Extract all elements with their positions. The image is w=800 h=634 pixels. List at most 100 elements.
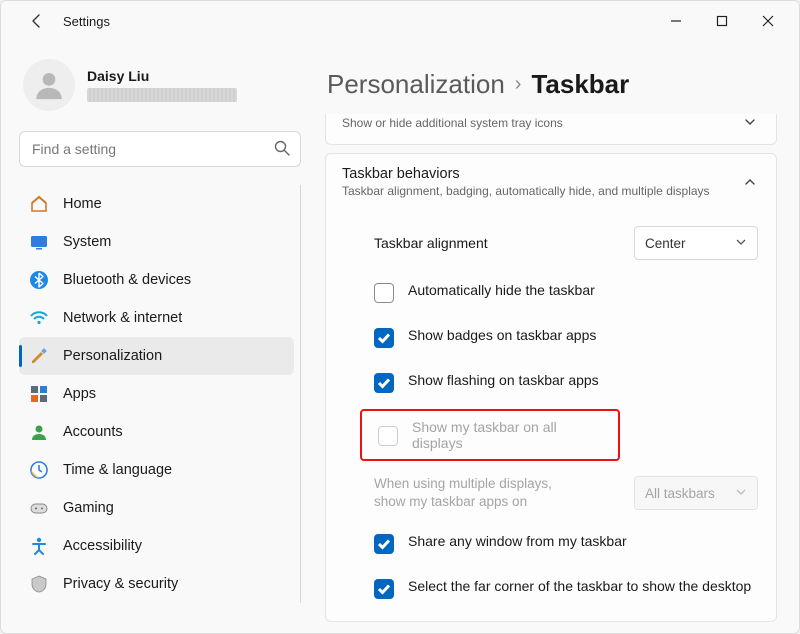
main: Personalization › Taskbar Show or hide a… (311, 41, 799, 633)
chevron-right-icon: › (515, 73, 522, 96)
all-displays-checkbox (378, 426, 398, 446)
other-tray-icons-panel[interactable]: Show or hide additional system tray icon… (325, 114, 777, 145)
window-title: Settings (63, 14, 110, 29)
clock-icon (29, 460, 49, 480)
chevron-down-icon (740, 114, 760, 132)
sidebar-item-gaming[interactable]: Gaming (19, 489, 294, 527)
sidebar-item-label: Network & internet (63, 310, 182, 326)
multi-label: When using multiple displays, show my ta… (374, 475, 564, 511)
multi-displays-row: When using multiple displays, show my ta… (374, 465, 758, 521)
sidebar-item-label: Time & language (63, 462, 172, 478)
share-label: Share any window from my taskbar (408, 533, 627, 549)
content: Daisy Liu Home System (1, 41, 799, 633)
all-displays-highlight: Show my taskbar on all displays (360, 409, 620, 461)
auto-hide-label: Automatically hide the taskbar (408, 282, 595, 298)
breadcrumb-current: Taskbar (531, 69, 629, 100)
personalization-icon (29, 346, 49, 366)
sidebar-item-label: Personalization (63, 348, 162, 364)
wifi-icon (29, 308, 49, 328)
close-button[interactable] (745, 5, 791, 37)
taskbar-alignment-row: Taskbar alignment Center (374, 216, 758, 270)
user-email-redacted (87, 88, 237, 102)
badges-label: Show badges on taskbar apps (408, 327, 596, 343)
sidebar-item-home[interactable]: Home (19, 185, 294, 223)
window-controls (653, 5, 791, 37)
sidebar-item-time[interactable]: Time & language (19, 451, 294, 489)
accessibility-icon (29, 536, 49, 556)
apps-icon (29, 384, 49, 404)
flashing-checkbox[interactable] (374, 373, 394, 393)
sidebar-item-accounts[interactable]: Accounts (19, 413, 294, 451)
nav: Home System Bluetooth & devices Network … (19, 185, 301, 603)
minimize-icon (670, 15, 682, 27)
alignment-label: Taskbar alignment (374, 235, 488, 251)
multi-select: All taskbars (634, 476, 758, 510)
sidebar-item-label: Apps (63, 386, 96, 402)
breadcrumb: Personalization › Taskbar (327, 69, 777, 100)
auto-hide-checkbox[interactable] (374, 283, 394, 303)
behaviors-header[interactable]: Taskbar behaviors Taskbar alignment, bad… (326, 154, 776, 210)
arrow-left-icon (29, 13, 45, 29)
search-box (19, 131, 301, 167)
sidebar-item-accessibility[interactable]: Accessibility (19, 527, 294, 565)
home-icon (29, 194, 49, 214)
alignment-select[interactable]: Center (634, 226, 758, 260)
breadcrumb-parent[interactable]: Personalization (327, 69, 505, 100)
bluetooth-icon (29, 270, 49, 290)
sidebar-item-label: Accounts (63, 424, 123, 440)
alignment-value: Center (645, 236, 686, 251)
sidebar-item-system[interactable]: System (19, 223, 294, 261)
sidebar-item-personalization[interactable]: Personalization (19, 337, 294, 375)
sidebar-item-apps[interactable]: Apps (19, 375, 294, 413)
accounts-icon (29, 422, 49, 442)
close-icon (762, 15, 774, 27)
sidebar: Daisy Liu Home System (1, 41, 311, 633)
maximize-button[interactable] (699, 5, 745, 37)
sidebar-item-network[interactable]: Network & internet (19, 299, 294, 337)
sidebar-item-label: System (63, 234, 111, 250)
maximize-icon (716, 15, 728, 27)
taskbar-behaviors-panel: Taskbar behaviors Taskbar alignment, bad… (325, 153, 777, 622)
far-corner-checkbox[interactable] (374, 579, 394, 599)
sidebar-item-privacy[interactable]: Privacy & security (19, 565, 294, 603)
panel-subtitle: Taskbar alignment, badging, automaticall… (342, 184, 710, 198)
auto-hide-row[interactable]: Automatically hide the taskbar (374, 270, 758, 315)
shield-icon (29, 574, 49, 594)
gaming-icon (29, 498, 49, 518)
search-input[interactable] (19, 131, 301, 167)
sidebar-item-label: Accessibility (63, 538, 142, 554)
avatar (23, 59, 75, 111)
far-corner-row[interactable]: Select the far corner of the taskbar to … (374, 566, 758, 611)
settings-scroll[interactable]: Show or hide additional system tray icon… (325, 114, 777, 633)
flashing-label: Show flashing on taskbar apps (408, 372, 599, 388)
chevron-up-icon (740, 172, 760, 192)
system-icon (29, 232, 49, 252)
chevron-down-icon (735, 486, 747, 501)
share-window-row[interactable]: Share any window from my taskbar (374, 521, 758, 566)
account-text: Daisy Liu (87, 68, 237, 102)
titlebar: Settings (1, 1, 799, 41)
sidebar-item-label: Privacy & security (63, 576, 178, 592)
all-displays-label: Show my taskbar on all displays (412, 419, 602, 451)
back-button[interactable] (23, 7, 51, 35)
sidebar-item-label: Bluetooth & devices (63, 272, 191, 288)
settings-window: Settings Daisy Liu (0, 0, 800, 634)
multi-value: All taskbars (645, 486, 715, 501)
user-name: Daisy Liu (87, 68, 237, 84)
minimize-button[interactable] (653, 5, 699, 37)
sidebar-item-label: Gaming (63, 500, 114, 516)
badges-checkbox[interactable] (374, 328, 394, 348)
panel-title: Taskbar behaviors (342, 166, 710, 182)
account-header[interactable]: Daisy Liu (19, 41, 301, 127)
sidebar-item-bluetooth[interactable]: Bluetooth & devices (19, 261, 294, 299)
badges-row[interactable]: Show badges on taskbar apps (374, 315, 758, 360)
share-checkbox[interactable] (374, 534, 394, 554)
flashing-row[interactable]: Show flashing on taskbar apps (374, 360, 758, 405)
person-icon (32, 68, 66, 102)
sidebar-item-label: Home (63, 196, 102, 212)
search-icon (273, 139, 291, 160)
far-corner-label: Select the far corner of the taskbar to … (408, 578, 751, 594)
panel-subtitle: Show or hide additional system tray icon… (342, 116, 563, 130)
behaviors-body: Taskbar alignment Center Automatically h… (326, 210, 776, 621)
chevron-down-icon (735, 236, 747, 251)
